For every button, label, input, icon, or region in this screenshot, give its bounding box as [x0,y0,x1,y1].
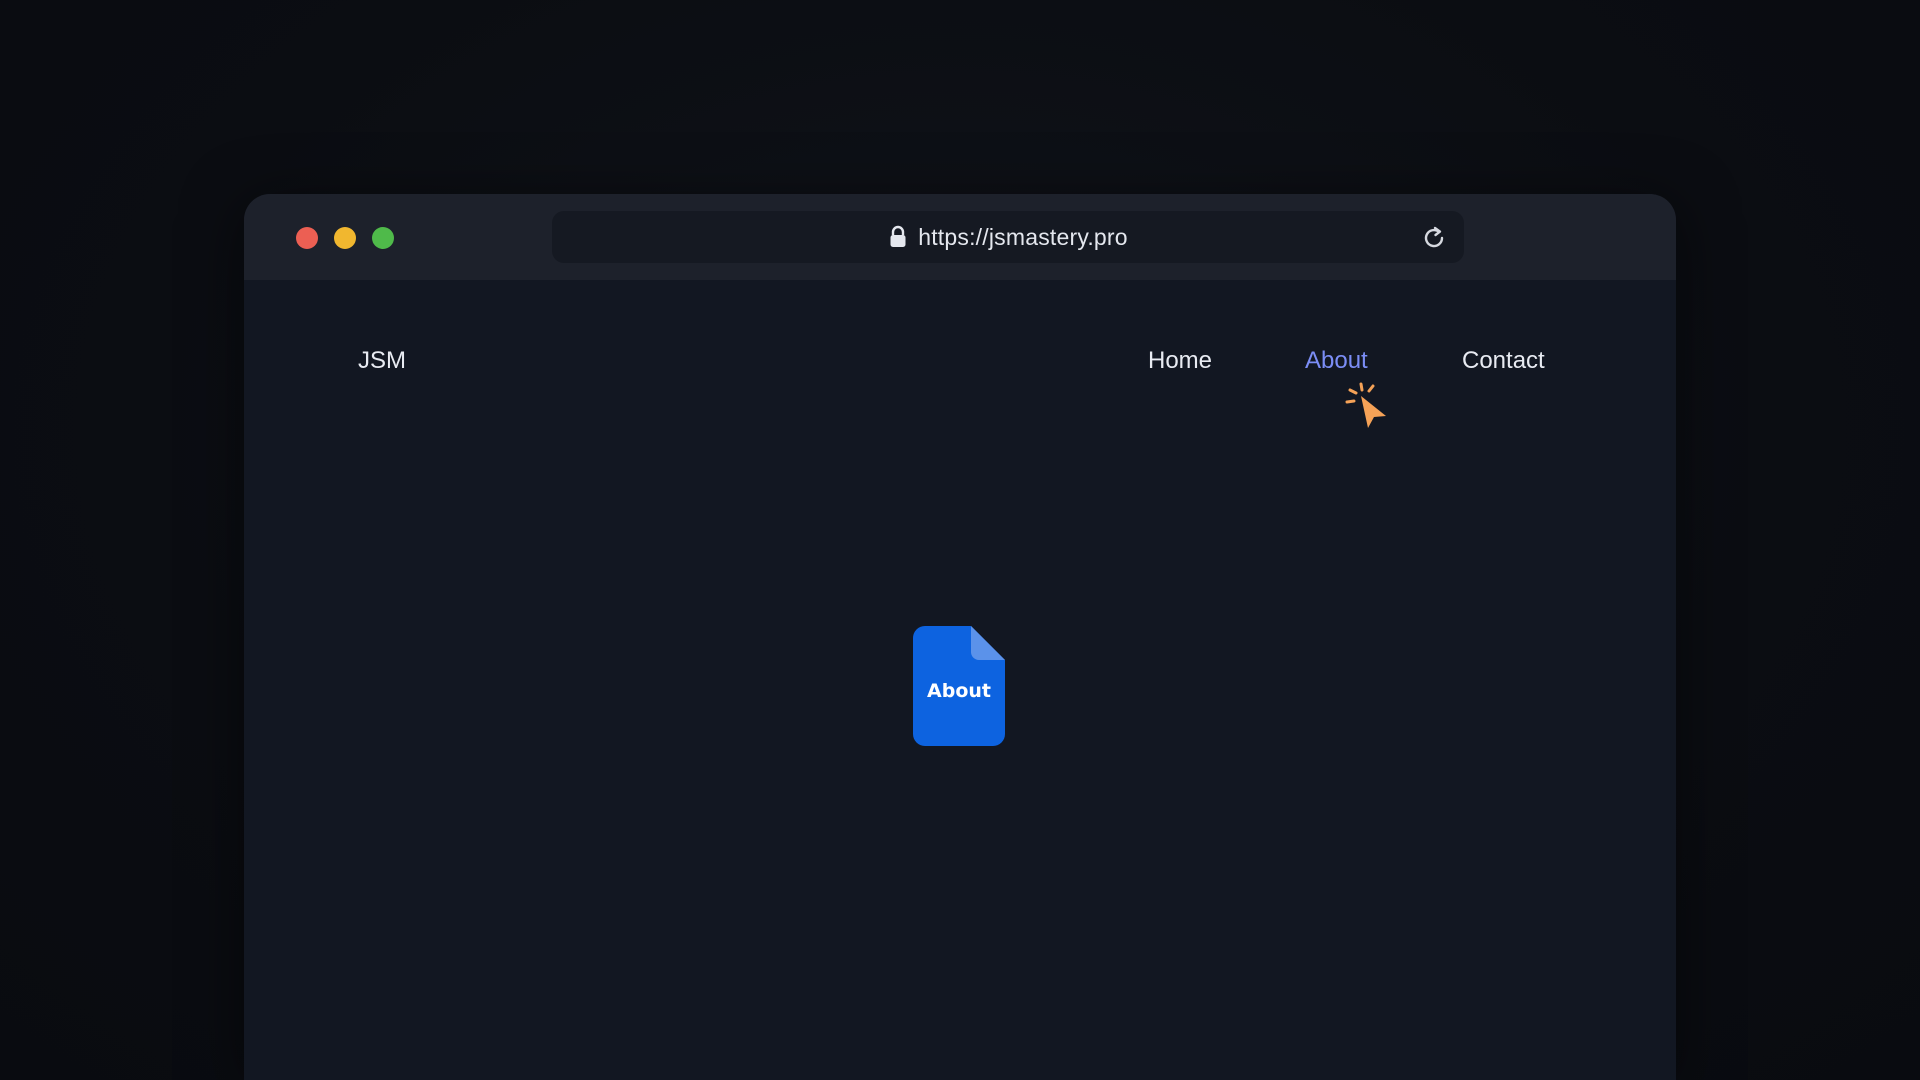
nav-link-about[interactable]: About [1305,347,1368,375]
maximize-window-button[interactable] [372,227,394,249]
site-logo[interactable]: JSM [358,347,406,375]
page-content: JSM Home About Contact About [244,280,1676,1080]
lock-icon [888,225,908,249]
browser-window: https://jsmastery.pro JSM Home About Con… [244,194,1676,1080]
nav-link-home[interactable]: Home [1148,347,1212,375]
click-cursor-icon [1344,380,1394,432]
address-bar-content: https://jsmastery.pro [552,211,1464,263]
minimize-window-button[interactable] [334,227,356,249]
browser-titlebar: https://jsmastery.pro [244,194,1676,280]
reload-icon[interactable] [1420,224,1448,252]
address-bar[interactable]: https://jsmastery.pro [552,211,1464,263]
nav-link-contact[interactable]: Contact [1462,347,1545,375]
stage-background: https://jsmastery.pro JSM Home About Con… [0,0,1920,1080]
document-label: About [927,680,991,702]
close-window-button[interactable] [296,227,318,249]
url-text: https://jsmastery.pro [918,223,1128,250]
